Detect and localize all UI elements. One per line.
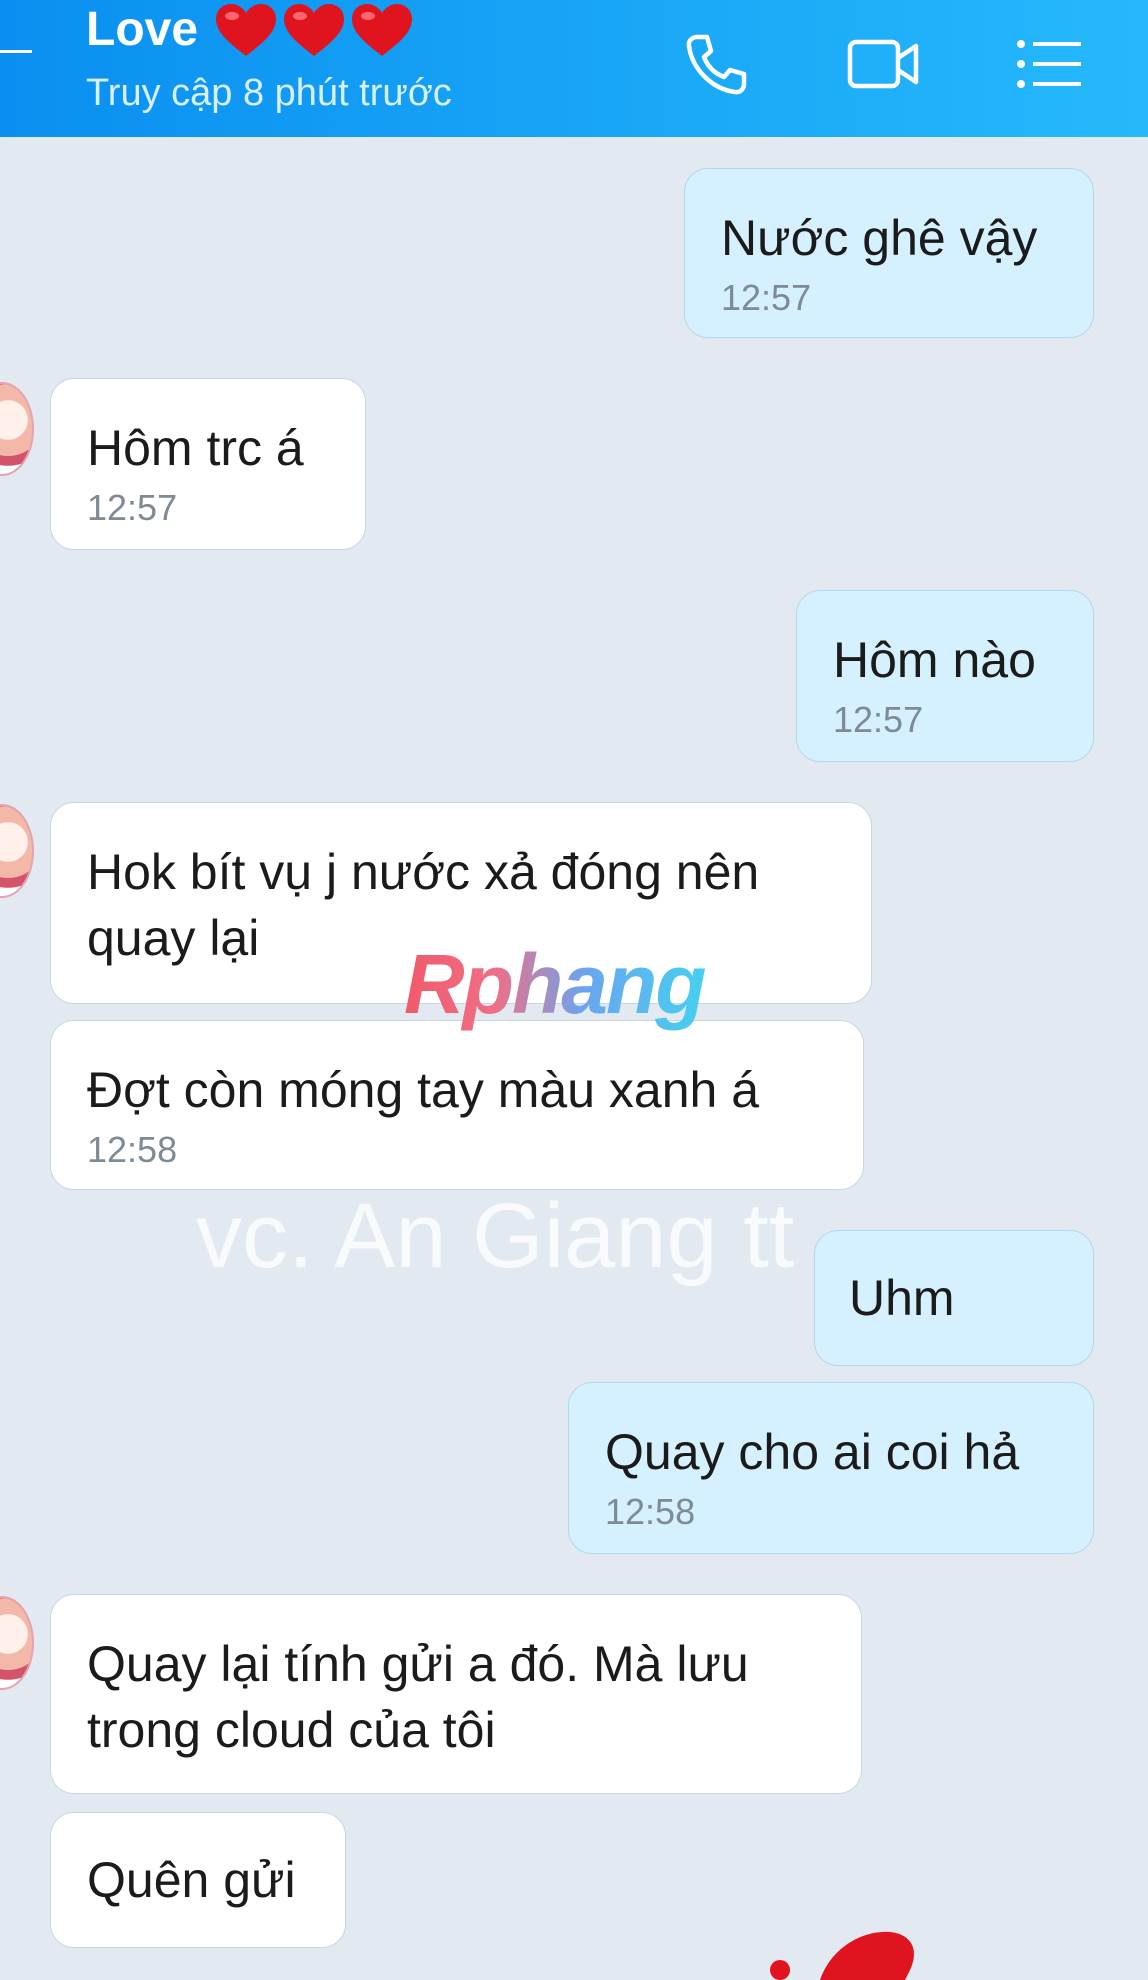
- watermark-logo: Rphang: [404, 937, 707, 1031]
- avatar[interactable]: [0, 382, 34, 476]
- message-bubble-incoming[interactable]: Quên gửi: [50, 1812, 346, 1948]
- message-text: Quay cho ai coi hả: [605, 1424, 1020, 1480]
- heart-icon: [770, 1931, 914, 1980]
- message-time: 12:57: [87, 487, 178, 528]
- message-text-line: trong cloud của tôi: [87, 1702, 496, 1758]
- message-bubble-outgoing[interactable]: Quay cho ai coi hả 12:58: [568, 1382, 1094, 1554]
- options-menu-button[interactable]: [1010, 24, 1090, 104]
- message-bubble-incoming[interactable]: Hôm trc á 12:57: [50, 378, 366, 550]
- avatar[interactable]: [0, 1596, 34, 1690]
- message-time: 12:58: [605, 1491, 696, 1532]
- video-call-button[interactable]: [844, 24, 924, 104]
- message-bubble-incoming[interactable]: Đợt còn móng tay màu xanh á 12:58: [50, 1020, 864, 1190]
- last-seen-status: Truy cập 8 phút trước: [86, 72, 452, 114]
- watermark-text: vc. An Giang tt: [196, 1185, 795, 1287]
- hearts: [214, 2, 414, 58]
- avatar[interactable]: [0, 804, 34, 898]
- phone-icon: [686, 34, 747, 95]
- message-bubble-outgoing[interactable]: Uhm: [814, 1230, 1094, 1366]
- voice-call-button[interactable]: [676, 24, 756, 104]
- message-time: 12:57: [721, 277, 812, 318]
- message-text: Quên gửi: [87, 1852, 296, 1908]
- message-bubble-outgoing[interactable]: Hôm nào 12:57: [796, 590, 1094, 762]
- message-bubble-incoming[interactable]: Quay lại tính gửi a đó. Mà lưu trong clo…: [50, 1594, 862, 1794]
- message-text: Hôm nào: [833, 632, 1036, 688]
- heart-icon: [352, 4, 413, 56]
- video-call-icon: [847, 39, 919, 89]
- chat-header: Love Truy cập 8 phút trước: [0, 0, 1148, 137]
- message-time: 12:58: [87, 1129, 178, 1170]
- heart-icon: [216, 4, 277, 56]
- menu-list-icon: [1017, 40, 1081, 88]
- back-icon[interactable]: [0, 50, 32, 53]
- contact-title-row[interactable]: Love: [86, 0, 414, 60]
- message-text-line: Quay lại tính gửi a đó. Mà lưu: [87, 1636, 749, 1692]
- message-text: Đợt còn móng tay màu xanh á: [87, 1062, 760, 1118]
- contact-name: Love: [86, 3, 199, 56]
- heart-icon: [284, 4, 345, 56]
- message-text: Uhm: [849, 1270, 955, 1326]
- message-text: Nước ghê vậy: [721, 210, 1038, 266]
- message-time: 12:57: [833, 699, 924, 740]
- message-text: Hôm trc á: [87, 420, 304, 476]
- message-text-line: Hok bít vụ j nước xả đóng nên: [87, 844, 760, 900]
- message-bubble-outgoing[interactable]: Nước ghê vậy 12:57: [684, 168, 1094, 338]
